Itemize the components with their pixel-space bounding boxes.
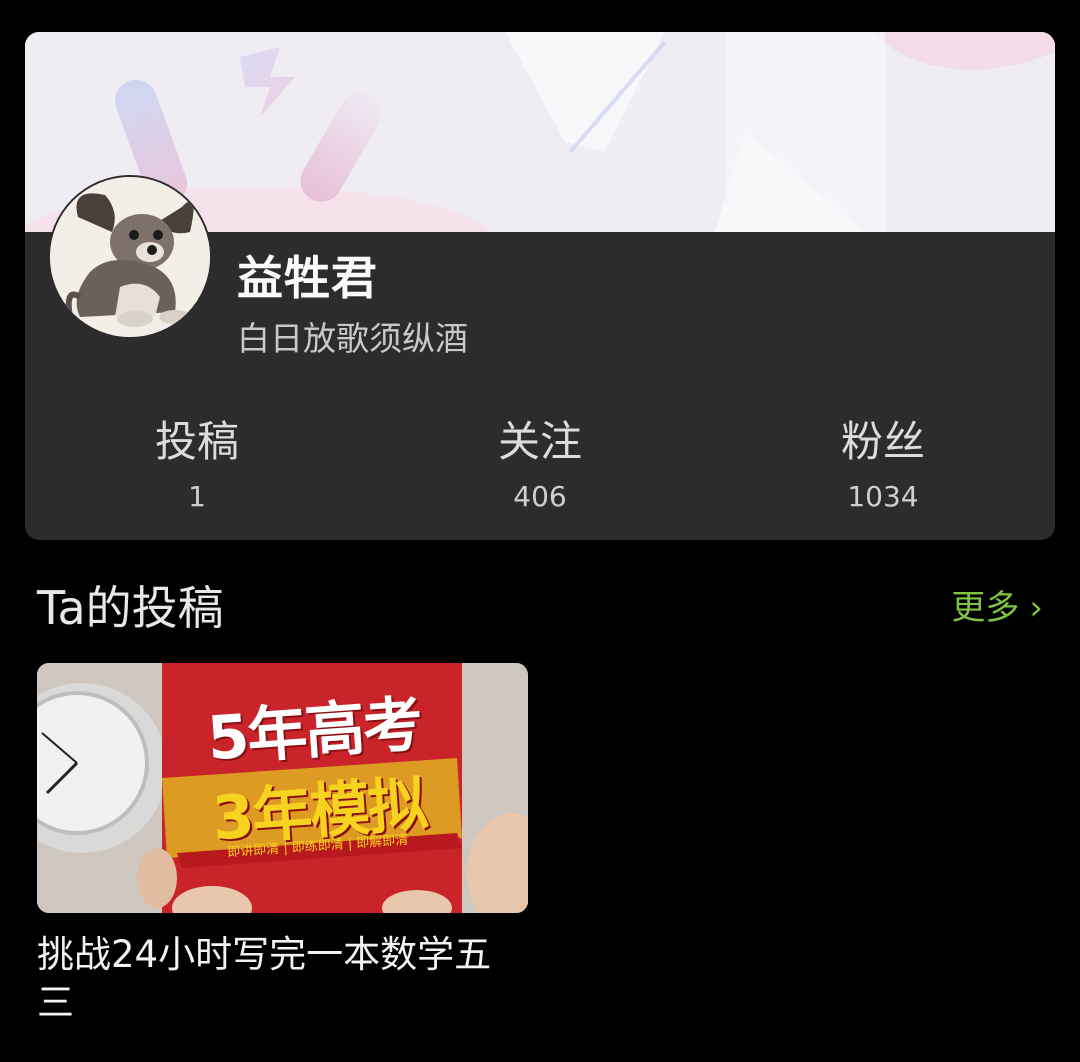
section-title: Ta的投稿 xyxy=(37,581,224,635)
post-thumbnail[interactable]: 5年高考 3年模拟 即讲即清 | 即练即清 | 即解即清 xyxy=(37,663,528,913)
dog-avatar-icon xyxy=(50,177,210,337)
stat-posts[interactable]: 投稿 1 xyxy=(25,412,369,513)
stat-value: 406 xyxy=(513,480,567,513)
stats-row: 投稿 1 关注 406 粉丝 1034 xyxy=(25,412,1055,522)
more-label: 更多 xyxy=(951,588,1020,628)
profile-card: 益牲君 白日放歌须纵酒 投稿 1 关注 406 粉丝 1034 xyxy=(25,32,1055,540)
user-bio: 白日放歌须纵酒 xyxy=(237,319,468,358)
stat-label: 关注 xyxy=(497,417,582,466)
more-button[interactable]: 更多 › xyxy=(951,578,1043,638)
stat-label: 粉丝 xyxy=(840,417,925,466)
stat-value: 1034 xyxy=(847,480,919,513)
chevron-right-icon: › xyxy=(1029,588,1043,628)
stat-followers[interactable]: 粉丝 1034 xyxy=(711,412,1055,513)
post-card[interactable]: 5年高考 3年模拟 即讲即清 | 即练即清 | 即解即清 挑战24小时写完一本数… xyxy=(37,663,528,1027)
posts-section-header: Ta的投稿 更多 › xyxy=(37,578,1043,638)
avatar[interactable] xyxy=(50,177,210,337)
post-title[interactable]: 挑战24小时写完一本数学五三 xyxy=(37,931,528,1027)
user-name: 益牲君 xyxy=(237,251,378,305)
stat-following[interactable]: 关注 406 xyxy=(368,412,712,513)
stat-value: 1 xyxy=(188,480,206,513)
stat-label: 投稿 xyxy=(154,417,239,466)
